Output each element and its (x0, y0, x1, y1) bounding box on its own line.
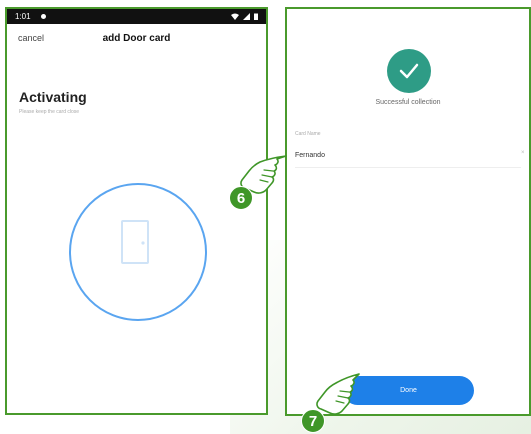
door-icon (121, 220, 149, 264)
card-name-input[interactable]: Fernando (295, 152, 325, 159)
step-6-badge: 6 (229, 186, 253, 210)
success-message: Successful collection (375, 99, 441, 106)
status-time: 1:01 (15, 12, 31, 21)
cancel-button[interactable]: cancel (18, 33, 44, 43)
status-bar: 1:01 (7, 9, 266, 24)
success-badge (387, 49, 431, 93)
step-7-badge: 7 (301, 409, 325, 433)
phone-screen-activating: 1:01 cancel add Door card Activating Ple… (5, 7, 268, 415)
nav-header: cancel add Door card (7, 24, 266, 52)
input-underline (295, 167, 521, 168)
clear-input-icon[interactable]: × (521, 150, 525, 156)
notification-icon (40, 14, 46, 19)
battery-icon (254, 13, 258, 20)
phone-screen-success: Successful collection Card Name Fernando… (285, 7, 531, 416)
activating-heading: Activating (19, 89, 87, 105)
wifi-icon (231, 13, 239, 20)
card-name-label: Card Name (295, 131, 321, 137)
check-icon (399, 63, 419, 79)
pointing-hand-icon (316, 373, 360, 415)
signal-icon (243, 13, 250, 20)
activating-hint: Please keep the card close (19, 109, 80, 115)
page-title: add Door card (102, 32, 171, 44)
